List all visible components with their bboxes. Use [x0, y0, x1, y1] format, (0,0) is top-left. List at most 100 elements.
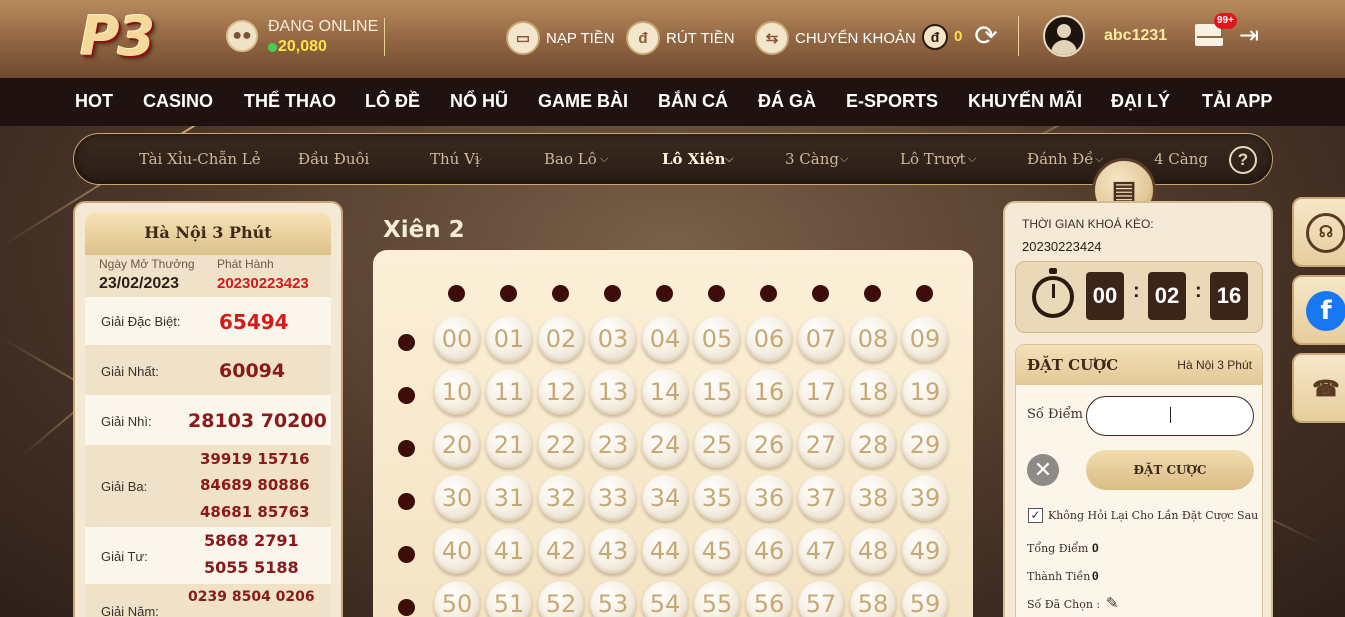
- nav-item-casino[interactable]: CASINO: [143, 91, 213, 112]
- nav-item-fishing[interactable]: BẮN CÁ: [658, 91, 728, 112]
- tab-lo-xien[interactable]: Lô Xiên: [662, 150, 726, 168]
- number-ball[interactable]: 40: [434, 528, 480, 574]
- deposit-button[interactable]: ▭ NẠP TIỀN: [506, 18, 615, 58]
- nav-item-sports[interactable]: THỂ THAO: [244, 91, 336, 112]
- column-select-dot[interactable]: [552, 285, 569, 302]
- row-select-dot[interactable]: [398, 387, 415, 404]
- number-ball[interactable]: 29: [902, 422, 948, 468]
- number-ball[interactable]: 43: [590, 528, 636, 574]
- clear-button[interactable]: ✕: [1027, 454, 1059, 486]
- number-ball[interactable]: 37: [798, 475, 844, 521]
- nav-item-download[interactable]: TẢI APP: [1202, 91, 1272, 112]
- number-ball[interactable]: 46: [746, 528, 792, 574]
- number-ball[interactable]: 27: [798, 422, 844, 468]
- logout-icon[interactable]: ⇥: [1239, 22, 1265, 50]
- number-ball[interactable]: 03: [590, 316, 636, 362]
- number-ball[interactable]: 44: [642, 528, 688, 574]
- number-ball[interactable]: 16: [746, 369, 792, 415]
- number-ball[interactable]: 30: [434, 475, 480, 521]
- column-select-dot[interactable]: [656, 285, 673, 302]
- no-ask-checkbox[interactable]: ✓: [1028, 508, 1043, 523]
- number-ball[interactable]: 26: [746, 422, 792, 468]
- number-ball[interactable]: 01: [486, 316, 532, 362]
- number-ball[interactable]: 31: [486, 475, 532, 521]
- column-select-dot[interactable]: [500, 285, 517, 302]
- facebook-button[interactable]: f: [1292, 275, 1345, 345]
- number-ball[interactable]: 42: [538, 528, 584, 574]
- support-button[interactable]: ☊: [1292, 197, 1345, 267]
- nav-item-hot[interactable]: HOT: [75, 91, 113, 112]
- number-ball[interactable]: 12: [538, 369, 584, 415]
- number-ball[interactable]: 45: [694, 528, 740, 574]
- row-select-dot[interactable]: [398, 440, 415, 457]
- number-ball[interactable]: 34: [642, 475, 688, 521]
- tab-dau-duoi[interactable]: Đầu Đuôi: [298, 150, 369, 168]
- edit-icon[interactable]: ✎: [1106, 596, 1122, 612]
- withdraw-button[interactable]: đ RÚT TIỀN: [626, 18, 735, 58]
- number-ball[interactable]: 47: [798, 528, 844, 574]
- number-ball[interactable]: 13: [590, 369, 636, 415]
- number-ball[interactable]: 07: [798, 316, 844, 362]
- number-ball[interactable]: 23: [590, 422, 636, 468]
- number-ball[interactable]: 39: [902, 475, 948, 521]
- tab-tai-xiu[interactable]: Tài Xỉu-Chẵn Lẻ: [139, 150, 261, 168]
- tab-bao-lo[interactable]: Bao Lô: [544, 150, 597, 168]
- nav-item-lottery[interactable]: LÔ ĐỀ: [365, 91, 420, 112]
- row-select-dot[interactable]: [398, 599, 415, 616]
- refresh-icon[interactable]: ⟳: [970, 20, 1002, 52]
- number-ball[interactable]: 06: [746, 316, 792, 362]
- number-ball[interactable]: 15: [694, 369, 740, 415]
- tab-4-cang[interactable]: 4 Càng: [1154, 150, 1208, 168]
- transfer-button[interactable]: ⇆ CHUYỂN KHOẢN: [755, 18, 916, 58]
- number-ball[interactable]: 28: [850, 422, 896, 468]
- number-ball[interactable]: 21: [486, 422, 532, 468]
- nav-item-slots[interactable]: NỔ HŨ: [450, 91, 508, 112]
- number-ball[interactable]: 11: [486, 369, 532, 415]
- number-ball[interactable]: 35: [694, 475, 740, 521]
- number-ball[interactable]: 33: [590, 475, 636, 521]
- number-ball[interactable]: 17: [798, 369, 844, 415]
- number-ball[interactable]: 02: [538, 316, 584, 362]
- column-select-dot[interactable]: [812, 285, 829, 302]
- p3-logo[interactable]: P3: [80, 6, 205, 68]
- hotline-button[interactable]: ☎: [1292, 353, 1345, 423]
- username[interactable]: abc1231: [1104, 27, 1167, 45]
- number-ball[interactable]: 24: [642, 422, 688, 468]
- column-select-dot[interactable]: [604, 285, 621, 302]
- place-bet-button[interactable]: ĐẶT CƯỢC: [1086, 450, 1254, 490]
- number-ball[interactable]: 09: [902, 316, 948, 362]
- tab-lo-truot[interactable]: Lô Trượt: [900, 150, 966, 168]
- number-ball[interactable]: 25: [694, 422, 740, 468]
- number-ball[interactable]: 14: [642, 369, 688, 415]
- row-select-dot[interactable]: [398, 546, 415, 563]
- help-icon[interactable]: ?: [1229, 146, 1257, 174]
- row-select-dot[interactable]: [398, 334, 415, 351]
- number-ball[interactable]: 00: [434, 316, 480, 362]
- column-select-dot[interactable]: [448, 285, 465, 302]
- tab-thu-vi[interactable]: Thú Vị: [430, 150, 480, 168]
- number-ball[interactable]: 41: [486, 528, 532, 574]
- column-select-dot[interactable]: [760, 285, 777, 302]
- nav-item-agent[interactable]: ĐẠI LÝ: [1111, 91, 1170, 112]
- column-select-dot[interactable]: [916, 285, 933, 302]
- nav-item-cockfight[interactable]: ĐÁ GÀ: [758, 91, 816, 112]
- number-ball[interactable]: 38: [850, 475, 896, 521]
- number-ball[interactable]: 32: [538, 475, 584, 521]
- number-ball[interactable]: 08: [850, 316, 896, 362]
- number-ball[interactable]: 10: [434, 369, 480, 415]
- column-select-dot[interactable]: [864, 285, 881, 302]
- number-ball[interactable]: 48: [850, 528, 896, 574]
- number-ball[interactable]: 22: [538, 422, 584, 468]
- number-ball[interactable]: 04: [642, 316, 688, 362]
- nav-item-esports[interactable]: E-SPORTS: [846, 91, 938, 112]
- number-ball[interactable]: 20: [434, 422, 480, 468]
- tab-3-cang[interactable]: 3 Càng: [785, 150, 839, 168]
- number-ball[interactable]: 05: [694, 316, 740, 362]
- number-ball[interactable]: 19: [902, 369, 948, 415]
- tab-danh-de[interactable]: Đánh Đề: [1027, 150, 1093, 168]
- column-select-dot[interactable]: [708, 285, 725, 302]
- number-ball[interactable]: 36: [746, 475, 792, 521]
- nav-item-promotions[interactable]: KHUYẾN MÃI: [968, 91, 1082, 112]
- nav-item-card-games[interactable]: GAME BÀI: [538, 91, 628, 112]
- number-ball[interactable]: 18: [850, 369, 896, 415]
